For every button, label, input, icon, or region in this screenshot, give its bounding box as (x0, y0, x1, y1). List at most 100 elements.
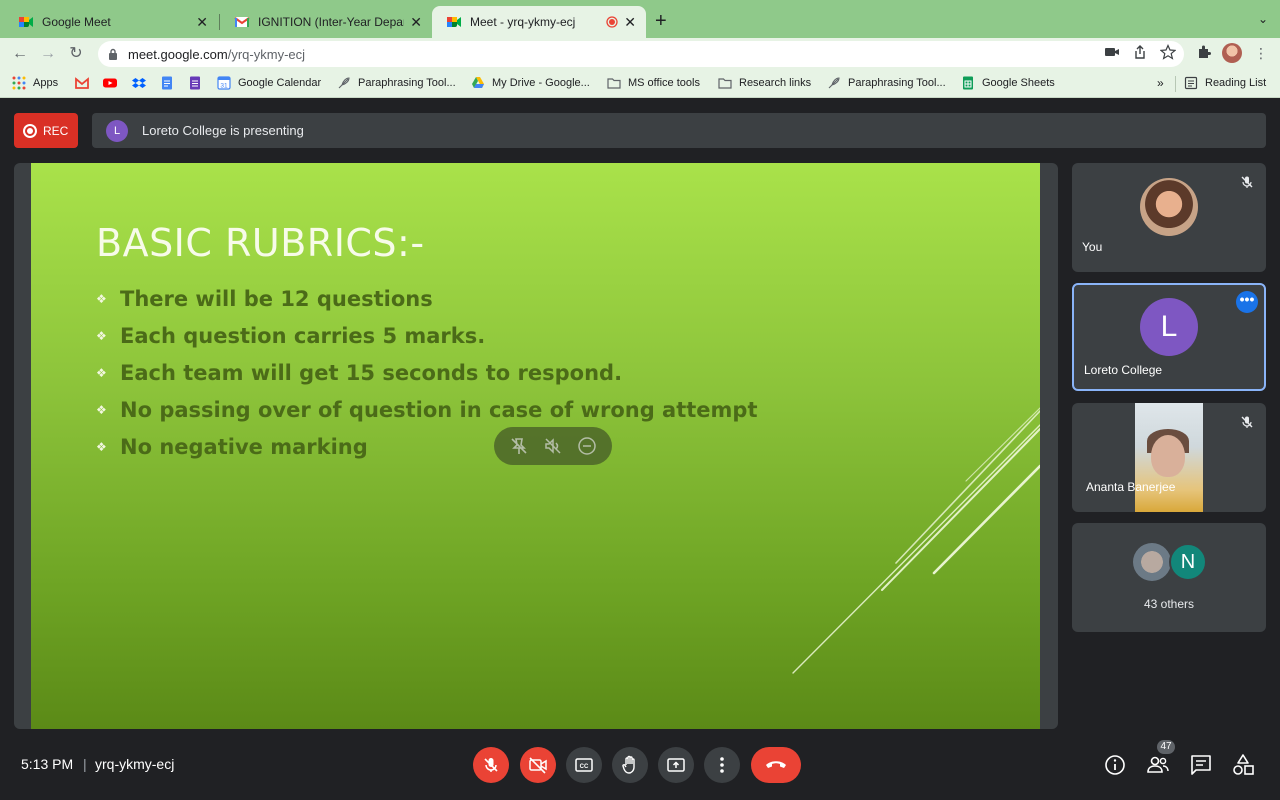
slide-bullet: ❖ There will be 12 questions (96, 281, 758, 318)
svg-text:31: 31 (220, 83, 228, 90)
slide-bullet: ❖ No negative marking (96, 428, 758, 465)
participant-name: Ananta Banerjee (1086, 480, 1176, 494)
docs-icon (162, 76, 172, 90)
participant-name: You (1082, 240, 1103, 254)
participant-tile-loreto-college[interactable]: L ••• Loreto College (1072, 283, 1266, 391)
meet-icon (447, 17, 461, 27)
meeting-details-icon[interactable] (1103, 753, 1127, 777)
reading-list-label: Reading List (1205, 77, 1267, 89)
gmail-icon (234, 17, 250, 27)
more-options-button[interactable] (704, 747, 740, 783)
microphone-toggle-button[interactable] (473, 747, 509, 783)
bookmark-youtube[interactable] (103, 76, 124, 90)
bullet-text: No negative marking (120, 434, 368, 459)
gmail-icon (75, 77, 89, 89)
mute-audio-icon[interactable] (542, 435, 564, 457)
record-icon (23, 123, 37, 138)
participant-tile-you[interactable]: You (1072, 163, 1266, 272)
participant-tile-ananta-banerjee[interactable]: Ananta Banerjee (1072, 403, 1266, 512)
folder-icon (607, 78, 621, 89)
url-host: meet.google.com (128, 46, 228, 62)
slide-bullet: ❖ Each team will get 15 seconds to respon… (96, 355, 758, 392)
browser-tab-bar: Google Meet ✕ IGNITION (Inter-Year Depar… (0, 0, 1280, 38)
slide-bullet-list: ❖ There will be 12 questions ❖ Each questi… (96, 281, 758, 465)
more-options-icon[interactable]: ••• (1236, 291, 1258, 313)
reload-button[interactable]: ↻ (66, 44, 86, 64)
close-icon[interactable]: ✕ (410, 14, 422, 31)
calendar-icon: 31 (217, 76, 231, 90)
bookmark-paraphrasing-tool-2[interactable]: Paraphrasing Tool... (827, 76, 946, 90)
bookmark-forms[interactable] (188, 76, 209, 90)
extensions-icon[interactable] (1196, 44, 1212, 60)
diamond-bullet-icon: ❖ (96, 292, 107, 307)
diamond-bullet-icon: ❖ (96, 402, 107, 417)
address-bar[interactable]: meet.google.com/yrq-ykmy-ecj (98, 41, 1184, 67)
bookmark-star-icon[interactable] (1160, 44, 1176, 60)
bookmark-docs[interactable] (160, 76, 181, 90)
tab-ignition[interactable]: IGNITION (Inter-Year Departme ✕ (220, 6, 432, 38)
bookmarks-overflow-button[interactable]: » (1157, 76, 1164, 90)
recording-indicator[interactable]: REC (14, 113, 78, 148)
close-icon[interactable]: ✕ (196, 14, 208, 31)
participant-name: Loreto College (1084, 363, 1163, 377)
bookmark-label: Google Sheets (982, 77, 1055, 89)
forward-button[interactable]: → (38, 44, 58, 64)
slide-title: BASIC RUBRICS:- (96, 221, 425, 265)
youtube-icon (103, 78, 117, 88)
present-screen-icon (667, 758, 685, 772)
tab-google-meet[interactable]: Google Meet ✕ (4, 6, 218, 38)
browser-menu-icon[interactable]: ⋮ (1254, 45, 1268, 62)
participant-tile-others[interactable]: N 43 others (1072, 523, 1266, 632)
feather-icon (338, 77, 350, 89)
bullet-text: No passing over of question in case of w… (120, 397, 758, 422)
meeting-time: 5:13 PM (21, 756, 74, 772)
bookmark-gmail[interactable] (75, 76, 96, 90)
bookmark-ms-office-tools[interactable]: MS office tools (607, 76, 700, 90)
tab-title: IGNITION (Inter-Year Departme (258, 15, 404, 29)
bookmark-my-drive[interactable]: My Drive - Google... (471, 76, 590, 90)
meeting-code: yrq-ykmy-ecj (95, 756, 175, 772)
lock-icon (109, 48, 117, 60)
others-count-label: 43 others (1143, 597, 1195, 611)
activities-icon[interactable] (1231, 753, 1255, 777)
bookmark-apps[interactable]: Apps (12, 76, 58, 90)
apps-grid-icon (12, 76, 26, 90)
bookmark-research-links[interactable]: Research links (718, 76, 811, 90)
back-button[interactable]: ← (10, 44, 30, 64)
meeting-control-bar: 5:13 PM | yrq-ykmy-ecj CC 47 (0, 729, 1280, 800)
chat-icon[interactable] (1189, 753, 1213, 777)
captions-button[interactable]: CC (566, 747, 602, 783)
reading-list-button[interactable]: Reading List (1184, 76, 1266, 90)
camera-toggle-button[interactable] (520, 747, 556, 783)
raise-hand-button[interactable] (612, 747, 648, 783)
tab-meet-active[interactable]: Meet - yrq-ykmy-ecj ✕ (432, 6, 646, 38)
bookmark-google-calendar[interactable]: 31 Google Calendar (217, 76, 321, 90)
present-now-button[interactable] (658, 747, 694, 783)
camera-blocked-icon[interactable] (1104, 44, 1120, 60)
video-figure-face (1151, 435, 1185, 477)
close-icon[interactable]: ✕ (624, 14, 636, 31)
participant-video (1135, 403, 1203, 512)
diamond-bullet-icon: ❖ (96, 439, 107, 454)
avatar: L (1140, 298, 1198, 356)
avatar: N (1169, 543, 1207, 581)
presented-slide: BASIC RUBRICS:- ❖ There will be 12 questi… (31, 163, 1040, 729)
share-icon[interactable] (1132, 44, 1148, 60)
bookmark-dropbox[interactable] (132, 76, 153, 90)
tab-search-chevron-icon[interactable]: ⌄ (1258, 12, 1268, 26)
unpin-icon[interactable] (508, 435, 530, 457)
bullet-text: There will be 12 questions (120, 287, 433, 312)
folder-icon (718, 78, 732, 89)
tab-title: Meet - yrq-ykmy-ecj (470, 15, 576, 29)
profile-avatar[interactable] (1222, 43, 1242, 63)
bookmark-paraphrasing-tool[interactable]: Paraphrasing Tool... (337, 76, 456, 90)
people-icon[interactable] (1146, 753, 1170, 777)
diamond-bullet-icon: ❖ (96, 365, 107, 380)
bookmark-google-sheets[interactable]: Google Sheets (961, 76, 1055, 90)
tab-title: Google Meet (42, 15, 111, 29)
tile-hover-controls (494, 427, 612, 465)
forms-icon (190, 76, 200, 90)
new-tab-button[interactable]: + (655, 10, 667, 33)
remove-icon[interactable] (576, 435, 598, 457)
leave-call-button[interactable] (751, 747, 801, 783)
